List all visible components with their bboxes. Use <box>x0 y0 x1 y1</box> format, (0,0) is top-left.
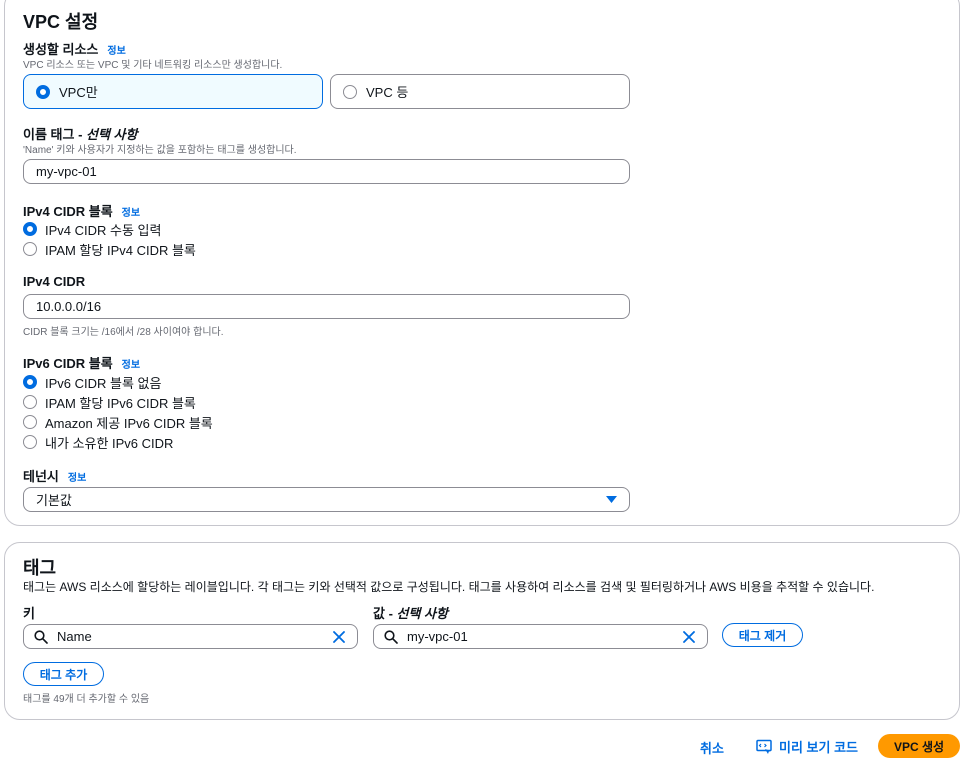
ipv4-cidr-hint: CIDR 블록 크기는 /16에서 /28 사이여야 합니다. <box>23 327 224 338</box>
name-tag-value: my-vpc-01 <box>36 164 97 179</box>
tag-key-value: Name <box>57 629 92 644</box>
name-tag-label-text: 이름 태그 - <box>23 127 87 142</box>
resource-option-label: VPC 등 <box>366 85 409 100</box>
resource-option-label: VPC만 <box>59 85 98 100</box>
create-vpc-button[interactable]: VPC 생성 <box>878 734 960 758</box>
ipv6-option-amazon[interactable]: Amazon 제공 IPv6 CIDR 블록 <box>23 414 213 431</box>
ipv6-option-none[interactable]: IPv6 CIDR 블록 없음 <box>23 374 162 391</box>
radio-unselected-icon <box>23 435 37 449</box>
tag-value-input[interactable]: my-vpc-01 <box>373 624 708 649</box>
tenancy-info-link[interactable]: 정보 <box>68 473 86 484</box>
tenancy-label: 테넌시 정보 <box>23 466 86 485</box>
tag-key-input[interactable]: Name <box>23 624 358 649</box>
clear-icon[interactable] <box>683 631 695 643</box>
tags-remaining: 태그를 49개 더 추가할 수 있음 <box>23 694 150 705</box>
ipv4-block-info-link[interactable]: 정보 <box>122 208 140 219</box>
cancel-button[interactable]: 취소 <box>700 738 724 757</box>
name-tag-optional: 선택 사항 <box>86 127 138 142</box>
add-tag-button[interactable]: 태그 추가 <box>23 662 104 686</box>
ipv6-option-label: IPv6 CIDR 블록 없음 <box>45 375 162 391</box>
ipv4-option-label: IPv4 CIDR 수동 입력 <box>45 222 162 238</box>
resource-option-vpc-only[interactable]: VPC만 <box>23 74 323 109</box>
resources-label-text: 생성할 리소스 <box>23 42 99 57</box>
radio-selected-icon <box>36 84 50 99</box>
ipv6-option-owned[interactable]: 내가 소유한 IPv6 CIDR <box>23 434 174 451</box>
name-tag-description: 'Name' 키와 사용자가 지정하는 값을 포함하는 태그를 생성합니다. <box>23 145 297 156</box>
ipv6-block-label: IPv6 CIDR 블록 정보 <box>23 353 140 372</box>
search-icon <box>34 629 48 644</box>
resources-description: VPC 리소스 또는 VPC 및 기타 네트워킹 리소스만 생성합니다. <box>23 60 283 71</box>
ipv4-option-ipam[interactable]: IPAM 할당 IPv4 CIDR 블록 <box>23 241 196 258</box>
preview-code-label: 미리 보기 코드 <box>779 740 858 755</box>
tenancy-label-text: 테넌시 <box>23 469 59 484</box>
tags-description: 태그는 AWS 리소스에 할당하는 레이블입니다. 각 태그는 키와 선택적 값… <box>23 580 875 594</box>
remove-tag-button[interactable]: 태그 제거 <box>722 623 803 647</box>
preview-code-button[interactable]: 미리 보기 코드 <box>756 737 858 756</box>
caret-down-icon <box>606 496 617 503</box>
preview-code-icon <box>756 739 772 754</box>
tag-value-optional: 선택 사항 <box>396 606 448 621</box>
tags-title: 태그 <box>23 558 57 578</box>
resource-option-vpc-and-more[interactable]: VPC 등 <box>330 74 630 109</box>
name-tag-input[interactable]: my-vpc-01 <box>23 159 630 184</box>
tag-key-label: 키 <box>23 606 35 621</box>
tag-value-label: 값 - 선택 사항 <box>373 603 448 622</box>
ipv6-block-info-link[interactable]: 정보 <box>122 360 140 371</box>
ipv4-block-label: IPv4 CIDR 블록 정보 <box>23 201 140 220</box>
tag-value-value: my-vpc-01 <box>407 629 468 644</box>
ipv4-cidr-label: IPv4 CIDR <box>23 274 86 289</box>
ipv6-option-ipam[interactable]: IPAM 할당 IPv6 CIDR 블록 <box>23 394 196 411</box>
tenancy-select[interactable]: 기본값 <box>23 487 630 512</box>
ipv6-option-label: 내가 소유한 IPv6 CIDR <box>45 435 174 451</box>
ipv4-option-manual[interactable]: IPv4 CIDR 수동 입력 <box>23 221 162 238</box>
ipv4-block-label-text: IPv4 CIDR 블록 <box>23 204 113 219</box>
radio-selected-icon <box>23 375 37 389</box>
tenancy-value: 기본값 <box>36 493 72 508</box>
ipv6-option-label: Amazon 제공 IPv6 CIDR 블록 <box>45 415 213 431</box>
search-icon <box>384 629 398 644</box>
radio-selected-icon <box>23 222 37 236</box>
radio-unselected-icon <box>23 242 37 256</box>
radio-unselected-icon <box>23 395 37 409</box>
vpc-settings-title: VPC 설정 <box>23 12 99 32</box>
ipv6-block-label-text: IPv6 CIDR 블록 <box>23 356 113 371</box>
clear-icon[interactable] <box>333 631 345 643</box>
radio-unselected-icon <box>343 84 357 99</box>
tag-value-label-text: 값 - <box>373 606 397 621</box>
ipv6-option-label: IPAM 할당 IPv6 CIDR 블록 <box>45 395 196 411</box>
ipv4-cidr-input[interactable]: 10.0.0.0/16 <box>23 294 630 319</box>
radio-unselected-icon <box>23 415 37 429</box>
ipv4-option-label: IPAM 할당 IPv4 CIDR 블록 <box>45 242 196 258</box>
ipv4-cidr-value: 10.0.0.0/16 <box>36 299 102 314</box>
